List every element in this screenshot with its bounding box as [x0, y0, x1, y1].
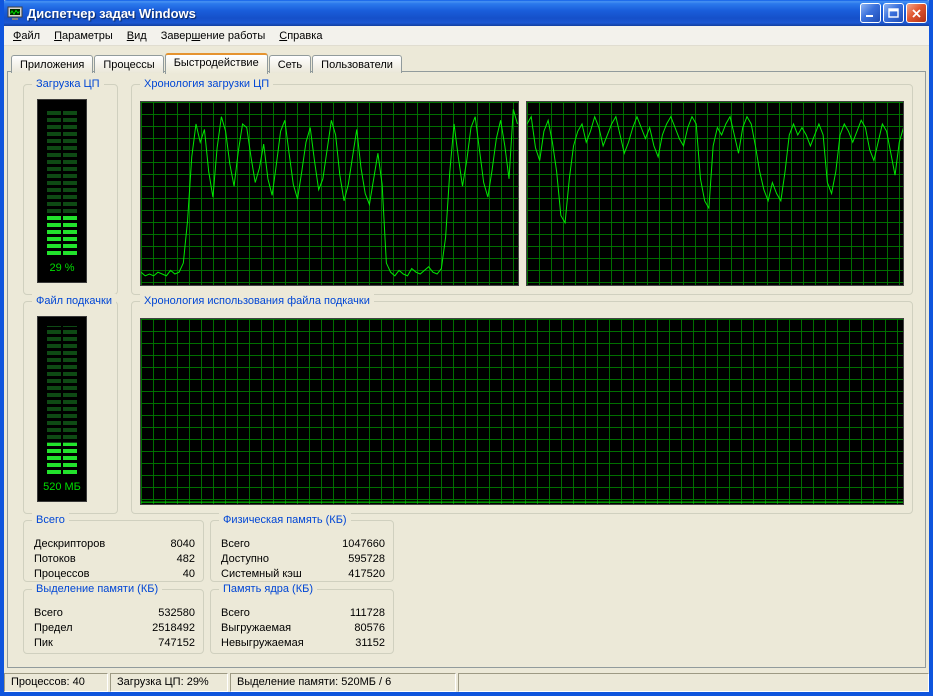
menu-view[interactable]: Вид — [120, 28, 154, 44]
cpu-history-group: Хронология загрузки ЦП — [131, 77, 913, 295]
stat-value: 40 — [182, 568, 195, 580]
commit-charge-group: Выделение памяти (КБ) Всего 532580 Предел… — [23, 582, 204, 654]
status-cpu-usage: Загрузка ЦП: 29% — [110, 673, 228, 692]
app-icon[interactable] — [7, 5, 23, 21]
status-processes: Процессов: 40 — [4, 673, 108, 692]
totals-group-title: Всего — [32, 513, 69, 527]
tab-performance[interactable]: Быстродействие — [164, 53, 268, 74]
stat-row: Всего 1047660 — [221, 537, 385, 552]
stat-label: Предел — [34, 622, 73, 634]
stat-value: 595728 — [348, 553, 385, 565]
pagefile-usage-group-title: Файл подкачки — [32, 294, 116, 308]
window-title: Диспетчер задач Windows — [27, 5, 196, 21]
stat-value: 532580 — [158, 607, 195, 619]
stat-label: Дескрипторов — [34, 538, 106, 550]
tab-strip: Приложения Процессы Быстродействие Сеть … — [11, 52, 403, 74]
stat-label: Всего — [221, 538, 250, 550]
menu-file[interactable]: Файл — [6, 28, 47, 44]
stat-label: Выгружаемая — [221, 622, 292, 634]
stat-row: Невыгружаемая 31152 — [221, 636, 385, 651]
stat-row: Системный кэш 417520 — [221, 567, 385, 582]
stat-row: Доступно 595728 — [221, 552, 385, 567]
menu-options[interactable]: Параметры — [47, 28, 120, 44]
stat-row: Выгружаемая 80576 — [221, 621, 385, 636]
pagefile-usage-group: Файл подкачки 520 МБ — [23, 294, 118, 514]
minimize-button[interactable] — [860, 3, 881, 23]
menubar: Файл Параметры Вид Завершение работы Спр… — [4, 26, 929, 46]
pagefile-usage-value: 520 МБ — [43, 481, 81, 493]
stat-value: 31152 — [355, 637, 385, 649]
pagefile-usage-gauge: 520 МБ — [37, 316, 87, 502]
cpu-usage-group-title: Загрузка ЦП — [32, 77, 104, 91]
close-icon — [912, 8, 921, 18]
stat-value: 482 — [176, 553, 195, 565]
stat-row: Дескрипторов 8040 — [34, 537, 195, 552]
statusbar: Процессов: 40 Загрузка ЦП: 29% Выделение… — [4, 671, 929, 692]
maximize-button[interactable] — [883, 3, 904, 23]
kernel-memory-group: Память ядра (КБ) Всего 111728 Выгружаемая… — [210, 582, 394, 654]
cpu-usage-value: 29 % — [49, 262, 75, 274]
tab-network[interactable]: Сеть — [268, 55, 312, 73]
titlebar[interactable]: Диспетчер задач Windows — [0, 0, 933, 26]
kernel-memory-group-title: Память ядра (КБ) — [219, 582, 317, 596]
tab-applications[interactable]: Приложения — [11, 55, 94, 73]
close-button[interactable] — [906, 3, 927, 23]
totals-group: Всего Дескрипторов 8040 Потоков 482 Процес… — [23, 513, 204, 582]
pagefile-led-meter — [47, 326, 77, 474]
stat-label: Потоков — [34, 553, 76, 565]
cpu-led-meter — [47, 109, 77, 255]
cpu-usage-gauge: 29 % — [37, 99, 87, 283]
commit-charge-group-title: Выделение памяти (КБ) — [32, 582, 163, 596]
performance-page: Загрузка ЦП 29 % Хронология загрузки ЦП — [7, 71, 926, 668]
stat-value: 417520 — [348, 568, 385, 580]
pagefile-history-group-title: Хронология использования файла подкачки — [140, 294, 374, 308]
stat-label: Всего — [221, 607, 250, 619]
stat-label: Невыгружаемая — [221, 637, 304, 649]
tab-processes[interactable]: Процессы — [94, 55, 164, 73]
minimize-icon — [866, 14, 873, 17]
stat-row: Процессов 40 — [34, 567, 195, 582]
stat-label: Процессов — [34, 568, 90, 580]
cpu-history-graph-1 — [140, 101, 519, 286]
stat-value: 8040 — [170, 538, 195, 550]
cpu-history-graph-2 — [525, 101, 904, 286]
menu-help[interactable]: Справка — [272, 28, 329, 44]
menu-shutdown[interactable]: Завершение работы — [154, 28, 273, 44]
status-filler — [458, 673, 929, 692]
titlebar-buttons — [860, 3, 927, 23]
stat-label: Пик — [34, 637, 53, 649]
stat-label: Всего — [34, 607, 63, 619]
stat-value: 1047660 — [342, 538, 385, 550]
cpu-history-group-title: Хронология загрузки ЦП — [140, 77, 274, 91]
physical-memory-group-title: Физическая память (КБ) — [219, 513, 351, 527]
stat-label: Системный кэш — [221, 568, 302, 580]
physical-memory-group: Физическая память (КБ) Всего 1047660 Дост… — [210, 513, 394, 582]
tab-users[interactable]: Пользователи — [312, 55, 402, 73]
stat-row: Предел 2518492 — [34, 621, 195, 636]
status-commit-charge: Выделение памяти: 520МБ / 6 — [230, 673, 456, 692]
cpu-usage-group: Загрузка ЦП 29 % — [23, 77, 118, 295]
stat-value: 747152 — [158, 637, 195, 649]
stat-value: 2518492 — [152, 622, 195, 634]
pagefile-history-group: Хронология использования файла подкачки — [131, 294, 913, 514]
maximize-icon — [888, 7, 899, 18]
stat-row: Всего 532580 — [34, 606, 195, 621]
stat-row: Потоков 482 — [34, 552, 195, 567]
stat-row: Всего 111728 — [221, 606, 385, 621]
task-manager-window: Диспетчер задач Windows Файл Параметры В… — [0, 0, 933, 696]
stat-value: 111728 — [349, 607, 385, 619]
stat-value: 80576 — [354, 622, 385, 634]
pagefile-history-graph — [140, 318, 904, 505]
stat-row: Пик 747152 — [34, 636, 195, 651]
stat-label: Доступно — [221, 553, 270, 565]
